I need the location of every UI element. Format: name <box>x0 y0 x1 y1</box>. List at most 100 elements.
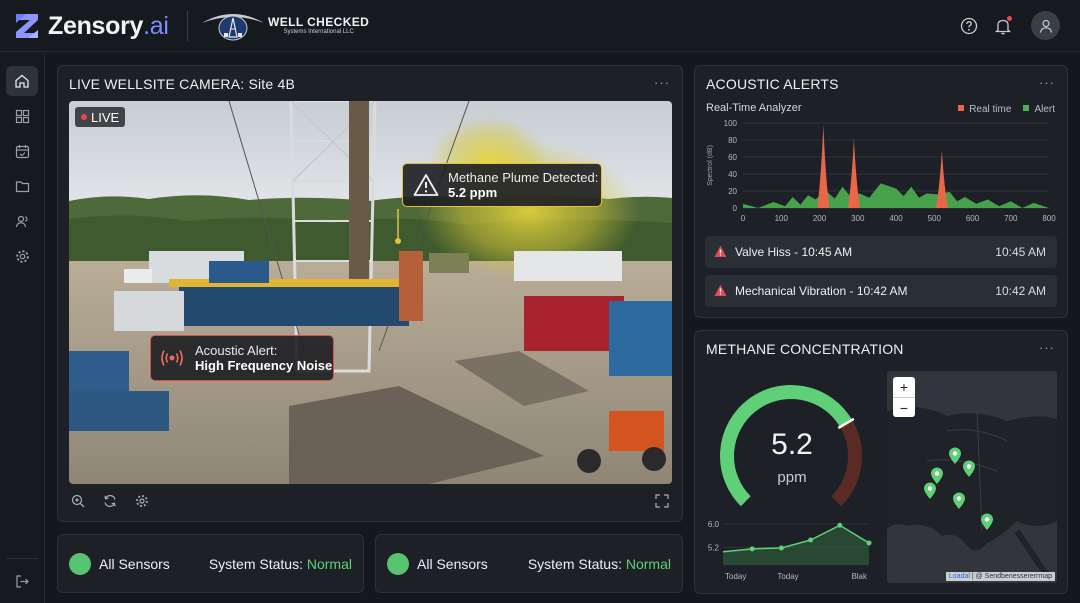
bell-icon[interactable] <box>993 15 1013 36</box>
warning-icon <box>714 284 727 296</box>
system-status-value: Normal <box>306 556 352 572</box>
warning-icon <box>413 174 439 196</box>
well-checked-logo: WELL CHECKED Systems International LLC <box>200 9 369 43</box>
alert-title: Valve Hiss - 10:45 AM <box>735 245 853 259</box>
map-pin-icon[interactable] <box>952 492 966 510</box>
y-axis-label: Spectrol (dB) <box>707 145 714 186</box>
spectrum-chart[interactable]: 0 20 40 60 80 100 0 100 200 300 400 500 600 700 800 Spe… <box>695 116 1069 226</box>
users-icon[interactable] <box>6 206 38 236</box>
methane-callout-value: 5.2 ppm <box>448 185 498 200</box>
methane-title: METHANE CONCENTRATION <box>706 341 904 357</box>
system-status-label: System Status: <box>527 556 622 572</box>
alert-time: 10:45 AM <box>995 245 1046 259</box>
map-pin-icon[interactable] <box>948 447 962 465</box>
trend-point <box>778 545 784 551</box>
camera-menu-button[interactable]: ··· <box>654 75 670 90</box>
status-label: All Sensors <box>417 556 488 572</box>
real-time-peak <box>817 124 830 208</box>
map-pin-icon[interactable] <box>962 460 976 478</box>
acoustic-callout-value: High Frequency Noise <box>195 358 333 373</box>
acoustic-callout-title: Acoustic Alert: <box>195 343 278 358</box>
methane-trend-chart[interactable]: 5.2 6.0 Today Today Blak <box>701 507 881 587</box>
wellsite-scene <box>69 101 672 484</box>
grid-icon[interactable] <box>6 101 38 131</box>
acoustic-title: ACOUSTIC ALERTS <box>706 76 839 92</box>
methane-callout[interactable]: Methane Plume Detected: 5.2 ppm <box>402 163 602 207</box>
home-icon[interactable] <box>6 66 38 96</box>
analyzer-legend: Real time Alert <box>958 104 1055 115</box>
folder-icon[interactable] <box>6 171 38 201</box>
map-pin-icon[interactable] <box>923 482 937 500</box>
map-pin-icon[interactable] <box>980 513 994 531</box>
user-avatar[interactable] <box>1031 11 1060 40</box>
y-tick-label: 60 <box>728 153 737 162</box>
sidebar-divider <box>6 558 38 559</box>
x-tick-label: 100 <box>775 214 789 223</box>
status-indicator <box>387 553 409 575</box>
x-tick-label: Today <box>777 572 798 581</box>
well-checked-emblem-icon <box>202 14 264 41</box>
legend-alert: Alert <box>1023 104 1055 115</box>
y-tick-label: 100 <box>724 119 738 128</box>
system-status: System Status: Normal <box>528 556 671 572</box>
y-tick-label: 20 <box>728 187 737 196</box>
y-tick-label: 80 <box>728 136 737 145</box>
map-zoom-in-button[interactable]: + <box>893 377 915 397</box>
real-time-peak <box>935 150 948 208</box>
live-label: LIVE <box>91 109 120 125</box>
map-zoom-out-button[interactable]: − <box>893 397 915 417</box>
sensor-map[interactable]: + − Loadal | @ Sendbenessererrmap <box>887 371 1057 583</box>
methane-panel: METHANE CONCENTRATION ··· 5.2 ppm 5.2 6.0… <box>694 330 1068 594</box>
system-status: System Status: Normal <box>209 556 352 572</box>
x-tick-label: 600 <box>966 214 980 223</box>
status-card-2: All Sensors System Status: Normal <box>375 534 683 593</box>
trend-area <box>723 525 869 565</box>
camera-panel: LIVE WELLSITE CAMERA: Site 4B ··· LIVE M… <box>57 65 683 522</box>
zensory-logo-icon <box>16 14 38 38</box>
x-tick-label: 300 <box>851 214 865 223</box>
real-time-peak <box>847 138 860 208</box>
fullscreen-icon[interactable] <box>655 494 669 508</box>
zoom-in-icon[interactable] <box>71 494 85 508</box>
camera-feed[interactable]: LIVE Methane Plume Detected: 5.2 ppm Aco… <box>69 101 672 484</box>
refresh-icon[interactable] <box>103 494 117 508</box>
map-attribution-text: | @ Sendbenessererrmap <box>969 573 1052 580</box>
y-tick-label: 5.2 <box>708 543 720 552</box>
x-tick-label: 700 <box>1004 214 1018 223</box>
gauge-value: 5.2 <box>771 428 813 461</box>
alert-title: Mechanical Vibration - 10:42 AM <box>735 284 908 298</box>
camera-title: LIVE WELLSITE CAMERA: Site 4B <box>69 76 295 92</box>
alert-row-vibration[interactable]: Mechanical Vibration - 10:42 AM 10:42 AM <box>705 275 1057 307</box>
status-label: All Sensors <box>99 556 170 572</box>
map-attribution-link[interactable]: Loadal <box>949 573 970 580</box>
zensory-logo[interactable]: Zensory.ai <box>14 10 169 42</box>
partner-subtitle: Systems International LLC <box>283 29 354 35</box>
alert-time: 10:42 AM <box>995 284 1046 298</box>
logout-icon[interactable] <box>6 566 38 596</box>
system-status-value: Normal <box>625 556 671 572</box>
help-icon[interactable] <box>959 16 979 36</box>
y-tick-label: 40 <box>728 170 737 179</box>
trend-point <box>837 522 843 528</box>
alert-series-area <box>743 183 1049 208</box>
acoustic-menu-button[interactable]: ··· <box>1039 75 1055 90</box>
x-tick-label: 500 <box>928 214 942 223</box>
alert-row-valve[interactable]: Valve Hiss - 10:45 AM 10:45 AM <box>705 236 1057 268</box>
user-icon <box>1039 19 1052 33</box>
x-tick-label: Today <box>725 572 746 581</box>
sidebar <box>0 53 45 603</box>
acoustic-callout[interactable]: Acoustic Alert: High Frequency Noise <box>150 335 334 381</box>
methane-menu-button[interactable]: ··· <box>1039 340 1055 355</box>
trend-point <box>808 537 814 543</box>
x-tick-label: Blak <box>851 572 868 581</box>
broadcast-icon <box>161 350 183 366</box>
gear-icon[interactable] <box>6 241 38 271</box>
live-dot <box>81 114 87 120</box>
calendar-icon[interactable] <box>6 136 38 166</box>
methane-callout-title: Methane Plume Detected: <box>448 170 599 185</box>
settings-icon[interactable] <box>135 494 149 508</box>
map-attribution: Loadal | @ Sendbenessererrmap <box>945 572 1055 581</box>
notification-dot <box>1007 15 1012 21</box>
trend-point <box>866 540 872 546</box>
analyzer-label: Real-Time Analyzer <box>706 102 802 114</box>
